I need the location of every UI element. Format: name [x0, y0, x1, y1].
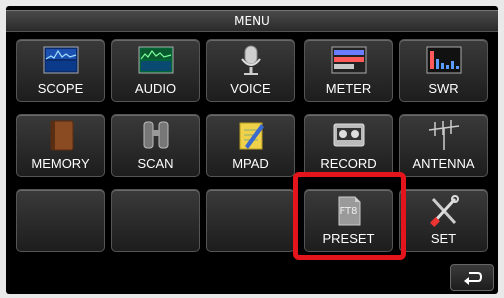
- swr-graph-icon: [426, 46, 461, 74]
- memo-pad-icon: [239, 122, 264, 150]
- audio-label: AUDIO: [134, 81, 177, 96]
- set-button[interactable]: SET: [399, 189, 488, 252]
- memory-label: MEMORY: [31, 156, 90, 171]
- tools-icon: [429, 195, 459, 227]
- antenna-button[interactable]: ANTENNA: [399, 114, 488, 177]
- antenna-icon: [428, 120, 459, 150]
- radio-screen: MENU SCOPE AUDIO VOICE METER SWR MEMORY …: [6, 6, 498, 294]
- audio-spectrum-icon: [138, 46, 173, 74]
- scope-button[interactable]: SCOPE: [16, 39, 105, 102]
- meter-button[interactable]: METER: [304, 39, 393, 102]
- empty-button-3[interactable]: [206, 189, 295, 252]
- swr-label: SWR: [428, 81, 459, 96]
- microphone-icon: [240, 45, 261, 75]
- record-label: RECORD: [320, 156, 377, 171]
- voice-label: VOICE: [230, 81, 271, 96]
- antenna-label: ANTENNA: [412, 156, 475, 171]
- menu-title: MENU: [6, 10, 498, 32]
- audio-button[interactable]: AUDIO: [111, 39, 200, 102]
- return-arrow-icon: [464, 272, 483, 285]
- spectrum-scope-icon: [43, 46, 78, 74]
- scope-label: SCOPE: [37, 81, 84, 96]
- voice-button[interactable]: VOICE: [206, 39, 295, 102]
- empty-button-2[interactable]: [111, 189, 200, 252]
- set-label: SET: [430, 231, 457, 246]
- meter-label: METER: [325, 81, 372, 96]
- tape-recorder-icon: [333, 123, 364, 147]
- record-button[interactable]: RECORD: [304, 114, 393, 177]
- back-button[interactable]: [450, 264, 494, 291]
- preset-highlight-box: [293, 172, 406, 260]
- scan-button[interactable]: SCAN: [111, 114, 200, 177]
- meter-icon: [331, 46, 366, 74]
- swr-button[interactable]: SWR: [399, 39, 488, 102]
- empty-button-1[interactable]: [16, 189, 105, 252]
- mpad-button[interactable]: MPAD: [206, 114, 295, 177]
- scan-label: SCAN: [137, 156, 174, 171]
- mpad-label: MPAD: [232, 156, 269, 171]
- binoculars-icon: [143, 121, 168, 149]
- memory-button[interactable]: MEMORY: [16, 114, 105, 177]
- memory-book-icon: [50, 120, 73, 151]
